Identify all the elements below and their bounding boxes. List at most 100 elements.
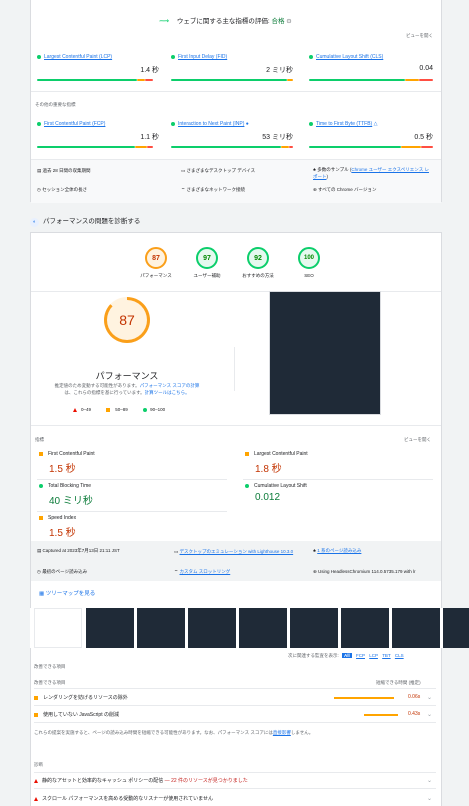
experimental-icon: ● (244, 121, 249, 127)
good-dot-icon (245, 483, 249, 488)
performance-score: 87 (119, 312, 135, 328)
metric-link[interactable]: Time to First Byte (TTFB) (316, 121, 372, 127)
final-screenshot (269, 291, 381, 415)
diagnostic-row[interactable]: スクロール パフォーマンスを高める受動的なリスナーが使用されていません ⌄ (34, 795, 436, 802)
score-gauge-performance[interactable]: 87 (145, 247, 167, 269)
average-square-icon (39, 515, 43, 520)
divider (34, 772, 436, 773)
divider (34, 788, 436, 789)
opportunity-row[interactable]: レンダリングを妨げるリソースの除外 0.06s ⌄ (34, 694, 436, 701)
divider (34, 705, 436, 706)
cwv-title: ウェブに関する主な指標の評価: (176, 18, 270, 25)
score-label: おすすめの方法 (242, 273, 274, 278)
metric-value: 40 ミリ秒 (49, 496, 93, 507)
filter-all[interactable]: All (342, 653, 352, 658)
run-info-panel (31, 541, 441, 581)
filter-fcp[interactable]: FCP (356, 653, 365, 658)
lab-metric-si: Speed Index 1.5 秒 (39, 515, 76, 539)
divider (31, 425, 441, 426)
filter-tbt[interactable]: TBT (382, 653, 390, 658)
other-metric-ttfb: Time to First Byte (TTFB) △ 0.5 秒 (309, 121, 433, 142)
metric-link[interactable]: Cumulative Layout Shift (CLS) (316, 54, 383, 60)
info-session: ◷ セッション全体の長さ (37, 187, 88, 192)
filmstrip-frame (341, 608, 389, 648)
calculator-link[interactable]: 計算ツールはこちら。 (145, 390, 190, 395)
metric-value: 0.5 秒 (414, 134, 433, 141)
chevron-down-icon: ⌄ (427, 712, 433, 718)
savings-value: 0.43s (408, 711, 421, 717)
score-label: パフォーマンス (140, 273, 172, 278)
good-dot-icon (309, 54, 313, 59)
poor-triangle-icon (34, 778, 38, 783)
diagnose-title: パフォーマンスの問題を診断する (43, 218, 141, 225)
diagnose-header: ◐ パフォーマンスの問題を診断する (30, 215, 140, 227)
metric-link[interactable]: Largest Contentful Paint (LCP) (44, 54, 112, 60)
score-gauge-best-practices[interactable]: 92 (247, 247, 269, 269)
divider (31, 91, 441, 92)
info-devices: ▭ さまざまなデスクトップ デバイス (181, 168, 256, 173)
score-calc-link[interactable]: パフォーマンス スコアの計算 (140, 383, 200, 388)
performance-title: パフォーマンス (95, 371, 159, 381)
filmstrip-frame (239, 608, 287, 648)
distribution-bar (37, 146, 135, 148)
average-square-icon (39, 451, 43, 456)
metric-link[interactable]: First Input Delay (FID) (178, 54, 227, 60)
score-gauge-accessibility[interactable]: 97 (196, 247, 218, 269)
good-dot-icon (143, 407, 148, 412)
audit-filter: 次に関連する監査を表示: All FCP LCP TBT CLS (288, 653, 404, 658)
lab-metrics-label: 指標 (35, 437, 44, 442)
metric-value: 0.012 (255, 492, 281, 503)
filmstrip-frame (137, 608, 185, 648)
info-samples: ♣ 多数のサンプル (Chrome ユーザー エクスペリエンス レポート) (313, 167, 429, 179)
opportunities-note: これらの提案を実施すると、ページの読み込み時間を短縮できる可能性があります。なお… (34, 730, 314, 735)
cwv-status: 合格 (271, 18, 285, 25)
field-expand-link[interactable]: ビューを開く (406, 33, 433, 39)
other-metric-inp: Interaction to Next Paint (INP) ● 53 ミリ秒 (171, 121, 293, 142)
cwv-pulse-icon: ⟿ (159, 18, 170, 25)
filmstrip-frame (34, 608, 82, 648)
distribution-bar (37, 79, 137, 81)
diagnostic-row[interactable]: 静的なアセットと効率的なキャッシュ ポリシーの配信 — 22 件のリソースが見つ… (34, 777, 436, 784)
direct-impact-link[interactable]: 直接影響 (273, 730, 291, 735)
good-dot-icon (37, 54, 41, 59)
divider (37, 511, 227, 512)
filter-lcp[interactable]: LCP (369, 653, 378, 658)
score-gauge-seo[interactable]: 100 (298, 247, 320, 269)
metric-link[interactable]: Interaction to Next Paint (INP) (178, 121, 244, 127)
filmstrip-frame (290, 608, 338, 648)
info-chrome: ⊛ すべての Chrome バージョン (313, 187, 377, 192)
other-metric-fcp: First Contentful Paint (FCP) 1.1 秒 (37, 121, 159, 142)
info-period: ▤ 過去 28 日間の収集期間 (37, 168, 91, 173)
metric-link[interactable]: First Contentful Paint (FCP) (44, 121, 105, 127)
divider (34, 722, 436, 723)
field-data-card: ⟿ ウェブに関する主な指標の評価: 合格 ⊙ ビューを開く Largest Co… (30, 0, 442, 203)
run-captured: ▤ Captured at 2023年7月13日 21:11 JST (37, 548, 120, 553)
average-square-icon (245, 451, 249, 456)
performance-desc: 推定値のため変動する可能性があります。パフォーマンス スコアの計算 は、これらの… (54, 383, 200, 395)
savings-value: 0.06s (408, 694, 421, 700)
run-throttling: ⌔ カスタム スロットリング (174, 569, 231, 574)
filter-cls[interactable]: CLS (395, 653, 404, 658)
chevron-down-icon: ⌄ (427, 695, 433, 701)
chevron-down-icon: ⌄ (427, 796, 433, 802)
opportunities-col-left: 改善できる項目 (34, 680, 66, 685)
metric-value: 1.8 秒 (255, 464, 282, 475)
opportunity-row[interactable]: 使用していない JavaScript の削減 0.43s ⌄ (34, 711, 436, 718)
metric-value: 2 ミリ秒 (266, 67, 293, 74)
treemap-button[interactable]: ▦ ツリーマップを見る (39, 589, 95, 597)
distribution-bar (171, 146, 281, 148)
run-page-load: ♣ 1 系のページ読み込み (313, 548, 362, 553)
lab-expand-link[interactable]: ビューを開く (404, 437, 431, 443)
good-dot-icon (37, 121, 41, 126)
diagnostics-section: 診断 (34, 762, 43, 767)
info-icon[interactable]: ⊙ (286, 18, 291, 25)
lab-metric-lcp: Largest Contentful Paint 1.8 秒 (245, 451, 308, 475)
info-network: ⌔ さまざまなネットワーク接続 (181, 187, 245, 192)
distribution-bar (171, 79, 287, 81)
lab-metric-cls: Cumulative Layout Shift 0.012 (245, 483, 307, 503)
core-metric-fid: First Input Delay (FID) 2 ミリ秒 (171, 54, 293, 75)
lab-data-card: 87 パフォーマンス 97 ユーザー補助 92 おすすめの方法 100 SEO … (30, 232, 442, 806)
distribution-bar (309, 79, 405, 81)
divider (37, 479, 227, 480)
metric-value: 1.5 秒 (49, 528, 76, 539)
